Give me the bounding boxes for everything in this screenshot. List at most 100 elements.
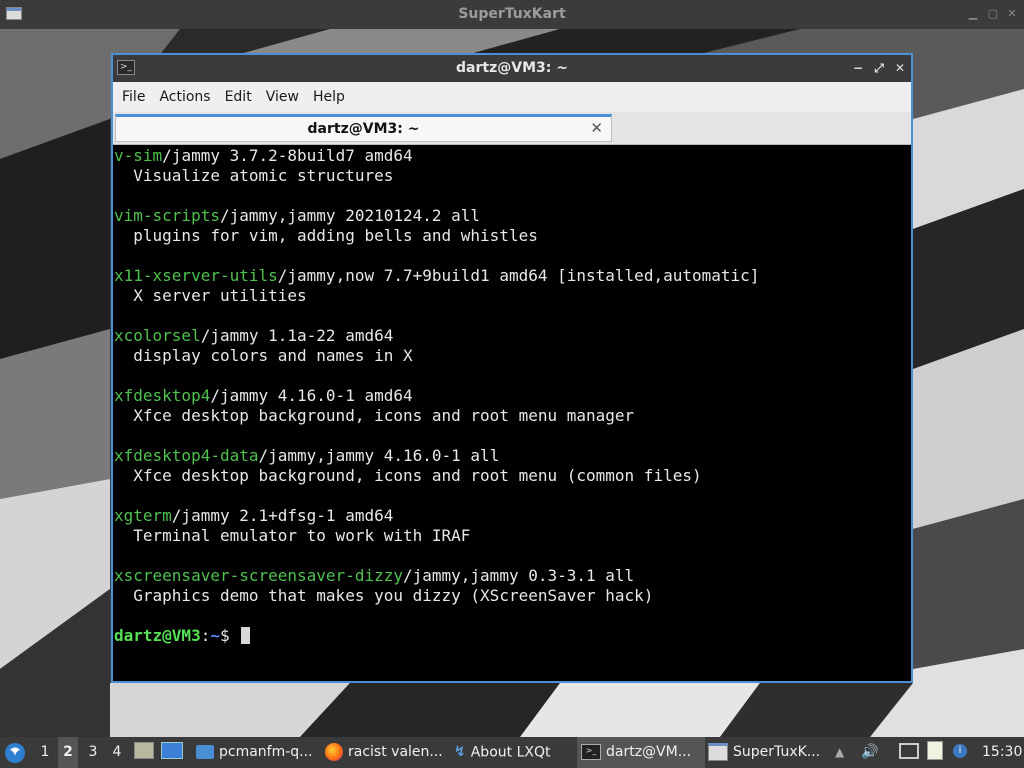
tab-bar: dartz@VM3: ~ ✕ [113, 112, 911, 145]
volume-icon[interactable]: 🔊 [861, 737, 883, 768]
maximize-icon[interactable]: ▢ [986, 7, 1000, 21]
task-label: About LXQt [470, 744, 551, 761]
window-icon [708, 743, 728, 761]
workspace-4[interactable]: 4 [107, 737, 127, 768]
drive-icon [134, 742, 154, 759]
task-terminal[interactable]: >_ dartz@VM... [577, 737, 705, 768]
network-monitor-icon [899, 742, 919, 759]
desktop-icon [161, 742, 183, 759]
menu-help[interactable]: Help [313, 89, 345, 105]
package-version: /jammy,now 7.7+9build1 amd64 [installed,… [277, 266, 760, 285]
tab-terminal[interactable]: dartz@VM3: ~ ✕ [115, 114, 612, 142]
maximize-icon[interactable]: ⤢ [872, 61, 886, 75]
package-version: /jammy 1.1a-22 amd64 [200, 326, 394, 345]
package-description: display colors and names in X [114, 346, 413, 365]
clipboard-shape-icon [927, 741, 943, 760]
package-description: Xfce desktop background, icons and root … [114, 406, 635, 425]
prompt-line: dartz@VM3:~$ [113, 626, 911, 646]
task-label: SuperTuxK... [733, 744, 821, 760]
terminal-line: Graphics demo that makes you dizzy (XScr… [113, 586, 911, 606]
terminal-line: xgterm/jammy 2.1+dfsg-1 amd64 [113, 506, 911, 526]
package-description: Terminal emulator to work with IRAF [114, 526, 471, 545]
info-icon: i [953, 743, 967, 758]
folder-icon [196, 745, 214, 759]
prompt-path: ~ [210, 626, 220, 645]
start-menu-button[interactable] [4, 737, 30, 768]
close-icon[interactable]: ✕ [893, 61, 907, 75]
network-icon[interactable] [899, 737, 921, 768]
package-version: /jammy 2.1+dfsg-1 amd64 [171, 506, 394, 525]
menu-file[interactable]: File [122, 89, 145, 105]
tray-scroll-up-icon[interactable]: ▲ [835, 737, 851, 768]
package-description: Graphics demo that makes you dizzy (XScr… [114, 586, 654, 605]
prompt-user: dartz@VM3 [114, 626, 201, 645]
menu-bar: File Actions Edit View Help [113, 82, 911, 112]
terminal-line: Xfce desktop background, icons and root … [113, 466, 911, 486]
show-desktop-button[interactable] [161, 737, 185, 768]
task-about-lxqt[interactable]: ↯ About LXQt [450, 737, 579, 768]
tab-close-icon[interactable]: ✕ [590, 119, 603, 137]
package-description: Visualize atomic structures [114, 166, 394, 185]
package-name: xfdesktop4-data [114, 446, 259, 465]
terminal-line: x11-xserver-utils/jammy,now 7.7+9build1 … [113, 266, 911, 286]
taskbar: 1 2 3 4 pcmanfm-q... racist valen... ↯ Ab… [0, 737, 1024, 768]
package-name: xcolorsel [114, 326, 201, 345]
terminal-line: plugins for vim, adding bells and whistl… [113, 226, 911, 246]
menu-edit[interactable]: Edit [225, 89, 252, 105]
terminal-line: Terminal emulator to work with IRAF [113, 526, 911, 546]
terminal-output[interactable]: v-sim/jammy 3.7.2-8build7 amd64 Visualiz… [113, 146, 911, 681]
package-version: /jammy 4.16.0-1 amd64 [210, 386, 413, 405]
file-manager-launcher[interactable] [134, 737, 156, 768]
task-label: dartz@VM... [606, 744, 692, 760]
workspace-3[interactable]: 3 [83, 737, 103, 768]
package-version: /jammy,jammy 0.3-3.1 all [402, 566, 635, 585]
task-supertuxkart[interactable]: SuperTuxK... [704, 737, 832, 768]
clipboard-icon[interactable] [927, 737, 949, 768]
close-icon[interactable]: ✕ [1005, 7, 1019, 21]
package-description: Xfce desktop background, icons and root … [114, 466, 702, 485]
lxqt-logo-icon [5, 743, 25, 763]
terminal-line: v-sim/jammy 3.7.2-8build7 amd64 [113, 146, 911, 166]
package-version: /jammy,jammy 20210124.2 all [219, 206, 481, 225]
package-version: /jammy,jammy 4.16.0-1 all [258, 446, 500, 465]
task-firefox[interactable]: racist valen... [321, 737, 450, 768]
outer-window-titlebar[interactable]: SuperTuxKart ▁ ▢ ✕ [0, 0, 1024, 29]
task-label: racist valen... [348, 744, 443, 760]
clock[interactable]: 15:30 [982, 737, 1022, 768]
task-pcmanfm[interactable]: pcmanfm-q... [192, 737, 321, 768]
package-name: v-sim [114, 146, 163, 165]
terminal-icon: >_ [581, 744, 601, 760]
terminal-window-title: dartz@VM3: ~ [456, 60, 568, 76]
menu-view[interactable]: View [266, 89, 299, 105]
package-version: /jammy 3.7.2-8build7 amd64 [162, 146, 413, 165]
lxqt-icon: ↯ [454, 744, 466, 760]
outer-window-title: SuperTuxKart [458, 6, 566, 22]
terminal-line: xfdesktop4-data/jammy,jammy 4.16.0-1 all [113, 446, 911, 466]
package-name: xgterm [114, 506, 172, 525]
package-name: xscreensaver-screensaver-dizzy [114, 566, 403, 585]
package-description: X server utilities [114, 286, 307, 305]
tab-label: dartz@VM3: ~ [307, 121, 420, 137]
minimize-icon[interactable]: − [851, 61, 865, 75]
terminal-line: display colors and names in X [113, 346, 911, 366]
terminal-line: Visualize atomic structures [113, 166, 911, 186]
workspace-2[interactable]: 2 [58, 737, 78, 768]
terminal-line: xcolorsel/jammy 1.1a-22 amd64 [113, 326, 911, 346]
workspace-1[interactable]: 1 [35, 737, 55, 768]
package-description: plugins for vim, adding bells and whistl… [114, 226, 538, 245]
minimize-icon[interactable]: ▁ [966, 7, 980, 21]
update-notifier-icon[interactable]: i [953, 737, 975, 768]
package-name: x11-xserver-utils [114, 266, 278, 285]
menu-actions[interactable]: Actions [159, 89, 210, 105]
terminal-titlebar[interactable]: >_ dartz@VM3: ~ − ⤢ ✕ [113, 55, 911, 82]
prompt-separator: : [200, 626, 211, 645]
firefox-icon [325, 743, 343, 761]
